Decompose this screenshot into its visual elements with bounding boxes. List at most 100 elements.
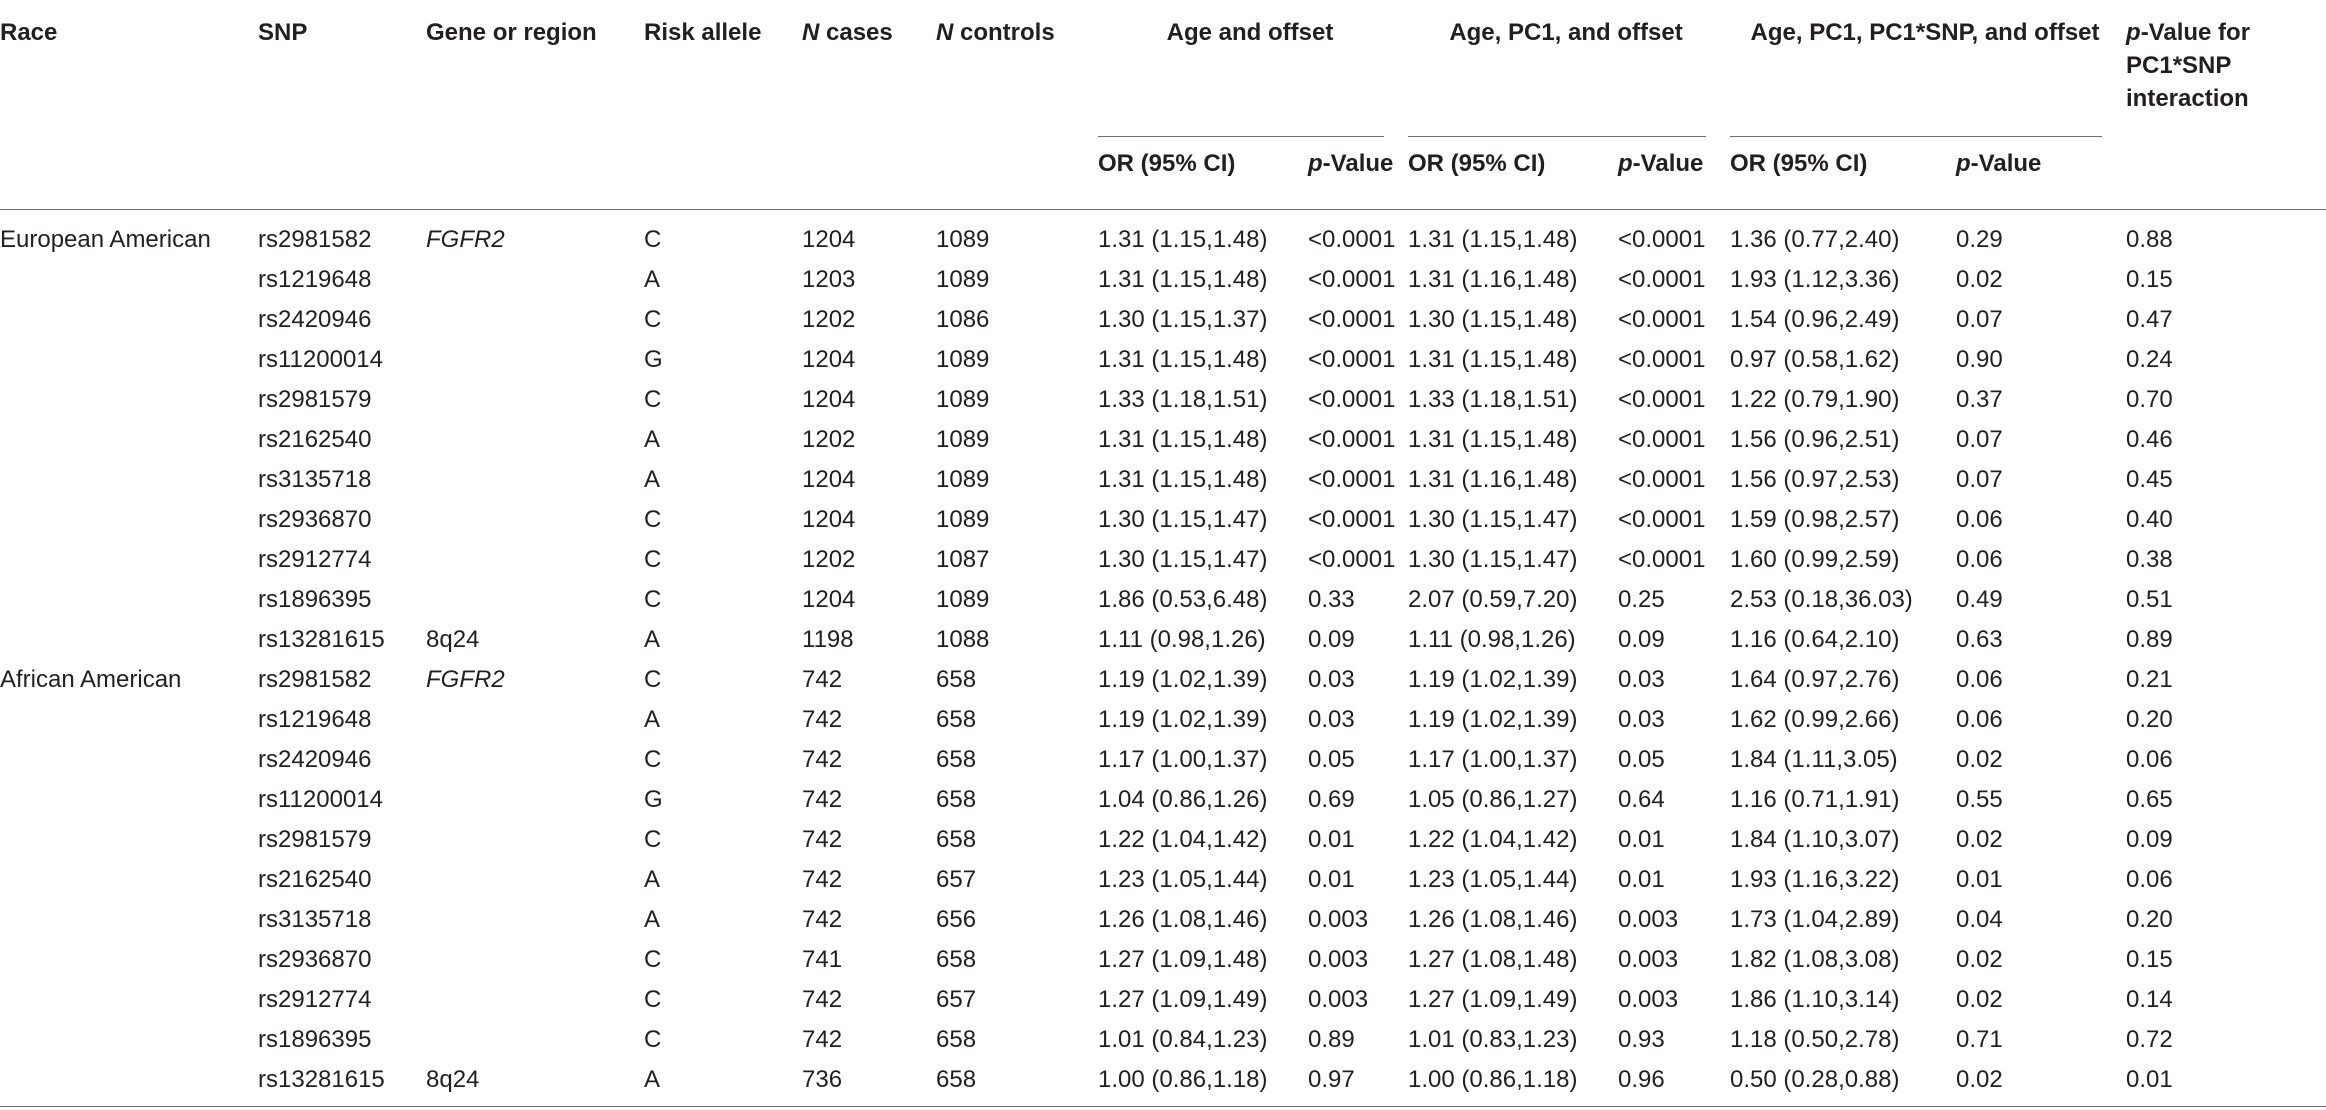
cell-ncontrols: 658 — [936, 785, 977, 813]
cell-ncases: 1202 — [802, 305, 856, 333]
cell-pint: 0.46 — [2126, 425, 2173, 453]
cell-gene: 8q24 — [426, 625, 480, 653]
cell-or3: 1.73 (1.04,2.89) — [1730, 905, 1900, 933]
cell-ncontrols: 658 — [936, 745, 977, 773]
cell-or3: 1.86 (1.10,3.14) — [1730, 985, 1900, 1013]
cell-p3: 0.06 — [1956, 505, 2003, 533]
cell-pint: 0.06 — [2126, 865, 2173, 893]
cell-p3: 0.55 — [1956, 785, 2003, 813]
cell-p1: 0.09 — [1308, 625, 1355, 653]
cell-gene — [426, 340, 644, 380]
cell-or2: 2.07 (0.59,7.20) — [1408, 585, 1578, 613]
cell-p3: 0.07 — [1956, 425, 2003, 453]
cell-or3: 1.64 (0.97,2.76) — [1730, 665, 1900, 693]
cell-race — [0, 1059, 258, 1107]
cell-ncontrols: 658 — [936, 1025, 977, 1053]
cell-or3: 1.22 (0.79,1.90) — [1730, 385, 1900, 413]
cell-snp: rs2936870 — [258, 505, 372, 533]
col-header-or-1: OR (95% CI) — [1098, 137, 1308, 210]
cell-risk: A — [644, 905, 661, 933]
cell-or3: 1.54 (0.96,2.49) — [1730, 305, 1900, 333]
cell-snp: rs2420946 — [258, 745, 372, 773]
cell-pint: 0.15 — [2126, 945, 2173, 973]
cell-ncontrols: 1089 — [936, 585, 990, 613]
cell-snp: rs2981579 — [258, 825, 372, 853]
cell-snp: rs2420946 — [258, 305, 372, 333]
cell-p1: 0.89 — [1308, 1025, 1355, 1053]
cell-or1: 1.31 (1.15,1.48) — [1098, 345, 1268, 373]
cell-or3: 1.56 (0.97,2.53) — [1730, 465, 1900, 493]
cell-gene — [426, 860, 644, 900]
cell-pint: 0.88 — [2126, 225, 2173, 253]
cell-p1: <0.0001 — [1308, 545, 1396, 573]
cell-gene — [426, 820, 644, 860]
table-row: rs2912774 C 1202 1087 1.30 (1.15,1.47) <0.000… — [0, 540, 2326, 580]
cell-or1: 1.27 (1.09,1.49) — [1098, 985, 1268, 1013]
table-row: rs2936870 C 1204 1089 1.30 (1.15,1.47) <0.000… — [0, 500, 2326, 540]
cell-ncases: 742 — [802, 745, 843, 773]
cell-race — [0, 340, 258, 380]
col-header-n-cases: N cases — [802, 0, 936, 210]
cell-snp: rs1896395 — [258, 585, 372, 613]
table-row: rs1896395 C 1204 1089 1.86 (0.53,6.48) 0.33 2.… — [0, 580, 2326, 620]
table-body: European American rs2981582 FGFR2 C 1204 1089… — [0, 209, 2326, 1107]
cell-ncontrols: 1089 — [936, 265, 990, 293]
cell-risk: A — [644, 625, 661, 653]
cell-pint: 0.14 — [2126, 985, 2173, 1013]
cell-snp: rs2912774 — [258, 985, 372, 1013]
col-header-risk-allele: Risk allele — [644, 0, 802, 210]
cell-ncontrols: 1089 — [936, 465, 990, 493]
cell-p2: <0.0001 — [1618, 425, 1706, 453]
cell-p2: 0.09 — [1618, 625, 1665, 653]
cell-or3: 1.93 (1.12,3.36) — [1730, 265, 1900, 293]
cell-ncases: 742 — [802, 825, 843, 853]
cell-p3: 0.02 — [1956, 265, 2003, 293]
cell-p1: <0.0001 — [1308, 505, 1396, 533]
cell-or2: 1.26 (1.08,1.46) — [1408, 905, 1578, 933]
cell-p1: 0.01 — [1308, 825, 1355, 853]
cell-pint: 0.51 — [2126, 585, 2173, 613]
cell-p3: 0.02 — [1956, 745, 2003, 773]
table-row: rs13281615 8q24 A 736 658 1.00 (0.86,1.18) 0.9… — [0, 1059, 2326, 1107]
table-row: rs2936870 C 741 658 1.27 (1.09,1.48) 0.003 1.2… — [0, 940, 2326, 980]
cell-gene: FGFR2 — [426, 665, 505, 693]
cell-or2: 1.31 (1.16,1.48) — [1408, 465, 1578, 493]
col-header-p-1: p-Value — [1308, 137, 1408, 210]
cell-or2: 1.22 (1.04,1.42) — [1408, 825, 1578, 853]
cell-p1: 0.003 — [1308, 905, 1369, 933]
cell-or1: 1.19 (1.02,1.39) — [1098, 705, 1268, 733]
cell-risk: A — [644, 265, 661, 293]
group-header-age-pc1-offset: Age, PC1, and offset — [1408, 0, 1730, 137]
cell-gene — [426, 260, 644, 300]
cell-p3: 0.37 — [1956, 385, 2003, 413]
table-row: rs2981579 C 1204 1089 1.33 (1.18,1.51) <0.000… — [0, 380, 2326, 420]
cell-or3: 1.84 (1.11,3.05) — [1730, 745, 1898, 773]
cell-or1: 1.31 (1.15,1.48) — [1098, 225, 1268, 253]
cell-pint: 0.70 — [2126, 385, 2173, 413]
cell-or2: 1.11 (0.98,1.26) — [1408, 625, 1576, 653]
cell-p2: <0.0001 — [1618, 345, 1706, 373]
cell-p2: <0.0001 — [1618, 305, 1706, 333]
cell-p1: <0.0001 — [1308, 465, 1396, 493]
cell-or1: 1.00 (0.86,1.18) — [1098, 1059, 1308, 1107]
cell-p3: 0.63 — [1956, 625, 2003, 653]
cell-p3: 0.02 — [1956, 825, 2003, 853]
cell-ncases: 1202 — [802, 545, 856, 573]
cell-ncontrols: 658 — [936, 945, 977, 973]
cell-pint: 0.24 — [2126, 345, 2173, 373]
cell-or3: 1.60 (0.99,2.59) — [1730, 545, 1900, 573]
cell-risk: A — [644, 1059, 802, 1107]
col-header-snp: SNP — [258, 0, 426, 210]
cell-risk: C — [644, 1025, 662, 1053]
cell-p2: 0.96 — [1618, 1059, 1730, 1107]
cell-ncases: 742 — [802, 865, 843, 893]
cell-ncases: 742 — [802, 1025, 843, 1053]
cell-risk: A — [644, 865, 661, 893]
cell-risk: G — [644, 785, 663, 813]
cell-risk: C — [644, 225, 662, 253]
table-row: rs2420946 C 1202 1086 1.30 (1.15,1.37) <0.000… — [0, 300, 2326, 340]
cell-gene — [426, 380, 644, 420]
cell-risk: C — [644, 385, 662, 413]
cell-ncases: 1198 — [802, 625, 854, 653]
cell-pint: 0.20 — [2126, 705, 2173, 733]
